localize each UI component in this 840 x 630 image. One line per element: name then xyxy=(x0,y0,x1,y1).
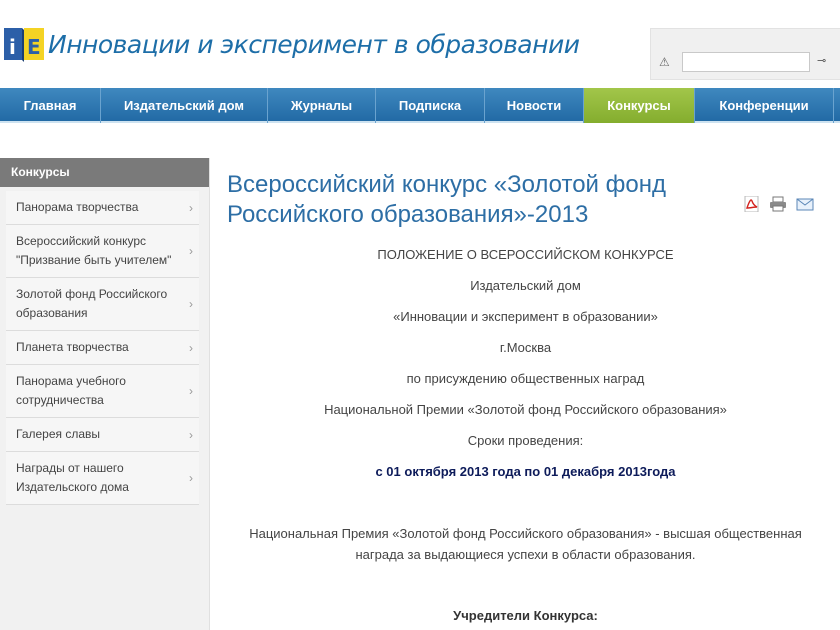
chevron-right-icon: › xyxy=(189,384,193,398)
sidebar-item[interactable]: Всероссийский конкурс "Призвание быть уч… xyxy=(6,225,199,278)
sidebar: Конкурсы Панорама творчества › Всероссий… xyxy=(0,158,210,630)
sidebar-item-label: Панорама учебного сотрудничества xyxy=(16,374,126,407)
sidebar-item[interactable]: Панорама учебного сотрудничества › xyxy=(6,365,199,418)
chevron-right-icon: › xyxy=(189,340,193,355)
sidebar-item-label: Золотой фонд Российского образования xyxy=(16,287,168,320)
sidebar-item-label: Панорама творчества xyxy=(16,200,139,214)
pdf-icon[interactable] xyxy=(743,196,761,212)
nav-item-home[interactable]: Главная xyxy=(0,88,101,123)
chevron-right-icon: › xyxy=(189,244,193,258)
sidebar-item[interactable]: Награды от нашего Издательского дома › xyxy=(6,452,199,505)
sidebar-item[interactable]: Галерея славы › xyxy=(6,418,199,452)
publisher-name: «Инновации и эксперимент в образовании» xyxy=(393,309,658,324)
search-input[interactable] xyxy=(682,52,810,72)
chevron-right-icon: › xyxy=(189,471,193,485)
sidebar-heading: Конкурсы xyxy=(0,158,209,187)
sidebar-item-label: Всероссийский конкурс "Призвание быть уч… xyxy=(16,234,172,267)
nav-item-publishing-house[interactable]: Издательский дом xyxy=(101,88,268,123)
main-nav: Главная Издательский дом Журналы Подписк… xyxy=(0,88,840,123)
email-icon[interactable] xyxy=(796,196,814,212)
sidebar-item-label: Награды от нашего Издательского дома xyxy=(16,461,129,494)
award-description: Национальная Премия «Золотой фонд Россий… xyxy=(249,526,802,562)
sidebar-item-label: Планета творчества xyxy=(16,340,129,354)
chevron-right-icon: › xyxy=(189,427,193,442)
publisher-line: Издательский дом xyxy=(470,278,581,293)
nav-item-conferences[interactable]: Конференции xyxy=(695,88,834,123)
chevron-right-icon: › xyxy=(189,200,193,215)
nav-item-journals[interactable]: Журналы xyxy=(268,88,376,123)
chevron-right-icon: › xyxy=(189,297,193,311)
founders-heading: Учредители Конкурса: xyxy=(453,608,598,623)
svg-text:i: i xyxy=(9,35,16,59)
svg-text:E: E xyxy=(27,35,41,59)
sidebar-item[interactable]: Золотой фонд Российского образования › xyxy=(6,278,199,331)
city-line: г.Москва xyxy=(499,340,552,355)
dates-range: с 01 октября 2013 года по 01 декабря 201… xyxy=(375,464,676,479)
sidebar-item-label: Галерея славы xyxy=(16,427,101,441)
key-icon[interactable]: ⊸ xyxy=(817,54,826,67)
sidebar-item[interactable]: Планета творчества › xyxy=(6,331,199,365)
nav-item-news[interactable]: Новости xyxy=(485,88,584,123)
sidebar-menu: Панорама творчества › Всероссийский конк… xyxy=(6,191,199,505)
dates-heading: Сроки проведения: xyxy=(467,433,584,448)
article-content: Всероссийский конкурс «Золотой фонд Росс… xyxy=(211,158,840,630)
nav-item-subscription[interactable]: Подписка xyxy=(376,88,485,123)
site-title[interactable]: Инновации и эксперимент в образовании xyxy=(48,30,580,59)
sidebar-item[interactable]: Панорама творчества › xyxy=(6,191,199,225)
award-line: по присуждению общественных наград xyxy=(406,371,645,386)
warning-icon: ⚠ xyxy=(659,55,670,69)
site-logo[interactable]: i E xyxy=(4,24,44,64)
article-title: Всероссийский конкурс «Золотой фонд Росс… xyxy=(227,171,666,228)
nav-item-contests[interactable]: Конкурсы xyxy=(584,88,695,123)
premium-line: Национальной Премии «Золотой фонд Россий… xyxy=(324,402,727,417)
site-header: i E Инновации и эксперимент в образовани… xyxy=(0,0,840,86)
search-box: ⚠ ⊸ xyxy=(650,28,840,80)
regulation-heading: ПОЛОЖЕНИЕ О ВСЕРОССИЙСКОМ КОНКУРСЕ xyxy=(377,247,674,262)
print-icon[interactable] xyxy=(769,196,787,212)
